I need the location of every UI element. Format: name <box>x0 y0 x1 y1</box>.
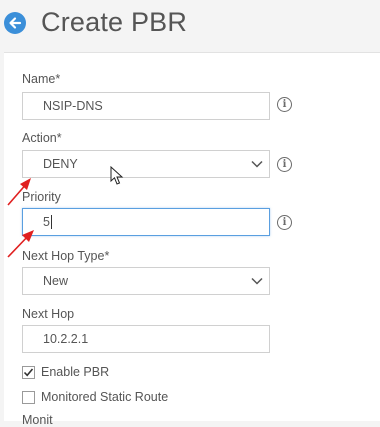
enable-pbr-label: Enable PBR <box>41 365 110 379</box>
name-value: NSIP-DNS <box>43 99 103 113</box>
name-label: Name* <box>22 72 61 86</box>
mouse-pointer-icon <box>110 166 124 185</box>
monitored-static-route-checkbox[interactable] <box>22 390 35 404</box>
enable-pbr-checkbox[interactable] <box>22 365 35 379</box>
annotation-arrow-icon <box>7 178 31 206</box>
info-icon[interactable]: i <box>277 215 292 230</box>
page-header: Create PBR <box>0 0 380 52</box>
monitored-static-route-row[interactable]: Monitored Static Route <box>22 390 168 404</box>
action-label: Action* <box>22 131 62 145</box>
next-hop-input[interactable]: 10.2.2.1 <box>22 325 270 353</box>
back-arrow-icon <box>9 17 22 29</box>
chevron-down-icon <box>251 160 263 168</box>
truncated-field-label: Monit <box>22 413 53 427</box>
next-hop-label: Next Hop <box>22 307 75 321</box>
chevron-down-icon <box>251 277 263 285</box>
annotation-arrow-icon <box>7 230 34 258</box>
back-button[interactable] <box>4 12 26 34</box>
info-icon[interactable]: i <box>277 157 292 172</box>
next-hop-value: 10.2.2.1 <box>43 332 89 346</box>
info-icon[interactable]: i <box>277 97 292 112</box>
checkmark-icon <box>23 367 34 376</box>
enable-pbr-row[interactable]: Enable PBR <box>22 365 109 379</box>
monitored-static-route-label: Monitored Static Route <box>41 390 169 404</box>
name-input[interactable]: NSIP-DNS <box>22 92 270 120</box>
page-title: Create PBR <box>41 7 188 37</box>
